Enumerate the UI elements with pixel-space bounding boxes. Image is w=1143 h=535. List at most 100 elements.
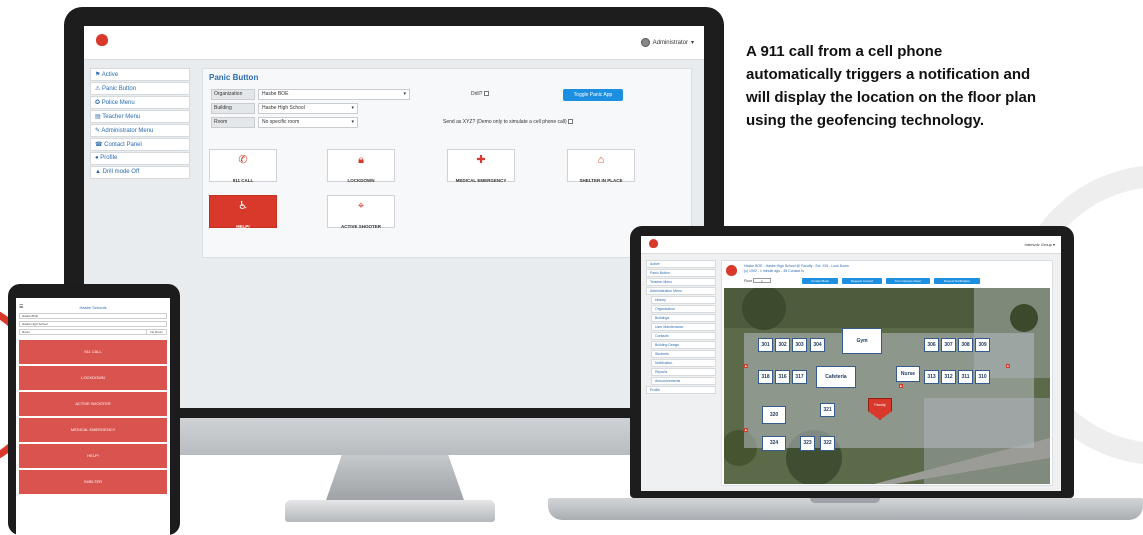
tile-lockdown[interactable]: 🔒︎ LOCKDOWN <box>327 149 395 183</box>
floor-plan-map[interactable]: 301 302 303 304 Gym 306 307 308 309 318 … <box>724 288 1050 484</box>
room-323[interactable]: 323 <box>800 436 815 451</box>
person-alert-icon: ♿︎ <box>238 200 248 212</box>
exit-marker: ■ <box>1006 364 1010 368</box>
floor-selector[interactable]: Floor 1 <box>744 278 771 283</box>
room-303[interactable]: 303 <box>792 338 807 352</box>
room-304[interactable]: 304 <box>810 338 825 352</box>
sidebar-item-teacher-menu[interactable]: ▤ Teacher Menu <box>90 110 190 123</box>
room-308[interactable]: 308 <box>958 338 973 352</box>
room-322[interactable]: 322 <box>820 436 835 451</box>
sidebar-item-panic-button[interactable]: ⚠ Panic Button <box>90 82 190 95</box>
room-316[interactable]: 316 <box>775 370 790 384</box>
no-room-button[interactable]: No Room <box>146 330 166 334</box>
sidebar-item-students[interactable]: Students <box>651 350 716 358</box>
contact-back-button[interactable]: Contact Back <box>802 278 838 284</box>
floorplan-panel: Hasbe BOE - Hasbe High School @ Faculty … <box>721 260 1053 486</box>
sidebar-item-drill-mode[interactable]: ▲ Drill mode Off <box>90 166 190 179</box>
tablet-medical-emergency-button[interactable]: MEDICAL EMERGENCY <box>19 418 167 442</box>
sidebar-item-profile[interactable]: ● Profile <box>90 152 190 165</box>
user-menu[interactable]: Administrator ▾ <box>640 38 694 47</box>
sidebar-item-user-maintenance[interactable]: User Maintenance <box>651 323 716 331</box>
resend-notification-button[interactable]: Resend Notification <box>934 278 980 284</box>
room-field[interactable]: Room No Room <box>19 329 167 335</box>
drill-checkbox[interactable] <box>483 91 489 97</box>
room-301[interactable]: 301 <box>758 338 773 352</box>
chevron-down-icon: ▾ <box>690 40 694 46</box>
building-label: Building <box>211 103 255 114</box>
tablet-status-bar <box>16 298 170 302</box>
room-nurse[interactable]: Nurse <box>896 366 920 382</box>
sidebar-item-administrator-menu[interactable]: ✎ Administrator Menu <box>90 124 190 137</box>
sidebar-item-history[interactable]: History <box>651 296 716 304</box>
room-gym[interactable]: Gym <box>842 328 882 354</box>
avatar <box>640 38 650 47</box>
tablet-active-shooter-button[interactable]: ACTIVE SHOOTER <box>19 392 167 416</box>
room-302[interactable]: 302 <box>775 338 790 352</box>
sidebar-item-organization[interactable]: Organization <box>651 305 716 313</box>
incident-header: Hasbe BOE - Hasbe High School @ Faculty … <box>744 264 849 274</box>
toggle-panic-app-button[interactable]: Toggle Panic App <box>563 89 623 101</box>
xyz-checkbox[interactable] <box>568 119 574 125</box>
tile-shelter-in-place[interactable]: ⌂ SHELTER IN PLACE <box>567 149 635 183</box>
laptop-screen: Intersolv Group ▾ Active Panic Button Te… <box>641 236 1061 491</box>
medical-cross-icon: ✚ <box>476 154 486 166</box>
sidebar-item-active[interactable]: Active <box>646 260 716 268</box>
room-311[interactable]: 311 <box>958 370 973 384</box>
sidebar-item-teacher-menu[interactable]: Teacher Menu <box>646 278 716 286</box>
tablet-shelter-button[interactable]: SHELTER <box>19 470 167 494</box>
sidebar-item-administration-menu[interactable]: Administration Menu <box>646 287 716 295</box>
turn-campus-down-button[interactable]: Turn Campus Down <box>886 278 930 284</box>
sidebar-item-active[interactable]: ⚑ Active <box>90 68 190 81</box>
room-306[interactable]: 306 <box>924 338 939 352</box>
building-select[interactable]: Hasbe High School ▾ <box>258 103 358 114</box>
sidebar-item-panic-button[interactable]: Panic Button <box>646 269 716 277</box>
tablet-lockdown-button[interactable]: LOCKDOWN <box>19 366 167 390</box>
sidebar-item-reports[interactable]: Reports <box>651 368 716 376</box>
room-309[interactable]: 309 <box>975 338 990 352</box>
tile-medical-emergency[interactable]: ✚ MEDICAL EMERGENCY <box>447 149 515 183</box>
exit-marker: ■ <box>744 428 748 432</box>
request-contact-button[interactable]: Request Contact <box>842 278 882 284</box>
tile-active-shooter[interactable]: ⌖ ACTIVE SHOOTER <box>327 195 395 229</box>
room-cafeteria[interactable]: Cafeteria <box>816 366 856 388</box>
lock-icon: 🔒︎ <box>358 154 364 166</box>
organization-select[interactable]: Hasbe BOE ▾ <box>258 89 410 100</box>
room-324[interactable]: 324 <box>762 436 786 451</box>
room-317[interactable]: 317 <box>792 370 807 384</box>
room-307[interactable]: 307 <box>941 338 956 352</box>
chevron-down-icon: ▾ <box>351 105 354 111</box>
laptop-sidebar: Active Panic Button Teacher Menu Adminis… <box>646 260 716 395</box>
tile-help[interactable]: ♿︎ HELP! <box>209 195 277 229</box>
room-320[interactable]: 320 <box>762 406 786 424</box>
sidebar-item-police-menu[interactable]: ✪ Police Menu <box>90 96 190 109</box>
sidebar-item-notification[interactable]: Notification <box>651 359 716 367</box>
tablet-911-call-button[interactable]: 911 CALL <box>19 340 167 364</box>
sidebar-item-buildings[interactable]: Buildings <box>651 314 716 322</box>
room-321[interactable]: 321 <box>820 403 835 417</box>
building-field[interactable]: Hasbe High School <box>19 321 167 327</box>
sidebar-item-announcements[interactable]: Announcements <box>651 377 716 385</box>
app-logo <box>96 34 108 48</box>
desktop-sidebar: ⚑ Active ⚠ Panic Button ✪ Police Menu ▤ … <box>90 68 190 180</box>
organization-field[interactable]: Hasbe BOE <box>19 313 167 319</box>
room-310[interactable]: 310 <box>975 370 990 384</box>
room-select[interactable]: No specific room ▾ <box>258 117 358 128</box>
room-313[interactable]: 313 <box>924 370 939 384</box>
alert-logo <box>726 265 738 279</box>
sidebar-item-building-design[interactable]: Building Design <box>651 341 716 349</box>
room-312[interactable]: 312 <box>941 370 956 384</box>
room-318[interactable]: 318 <box>758 370 773 384</box>
exit-marker: ■ <box>899 384 903 388</box>
chevron-down-icon: ▾ <box>403 91 406 97</box>
incident-subtitle: (c) 1992 - 1 minute ago - 45 Contact in <box>744 269 804 273</box>
sidebar-item-contacts[interactable]: Contacts <box>651 332 716 340</box>
sidebar-item-contact-panel[interactable]: ☎ Contact Panel <box>90 138 190 151</box>
sidebar-item-profile[interactable]: Profile <box>646 386 716 394</box>
tablet-help-button[interactable]: HELP! <box>19 444 167 468</box>
tile-911-call[interactable]: ✆ 911 CALL <box>209 149 277 183</box>
panic-button-panel: Panic Button Organization Hasbe BOE ▾ Bui… <box>202 68 692 258</box>
user-menu[interactable]: Intersolv Group ▾ <box>1025 242 1055 247</box>
user-menu-label: Administrator <box>652 39 688 46</box>
xyz-checkbox-group[interactable]: Send as XYZ? (Demo only to simulate a ce… <box>443 119 574 125</box>
drill-checkbox-group[interactable]: Drill? <box>471 91 489 97</box>
